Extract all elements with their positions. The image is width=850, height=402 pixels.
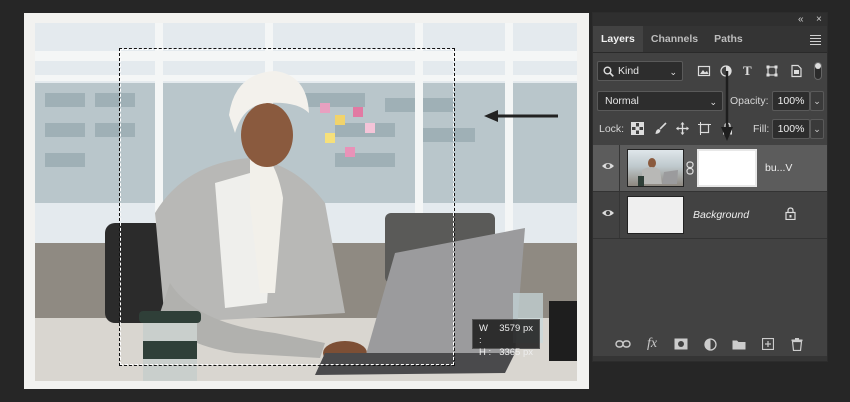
smart-object-filter-icon[interactable] [789,64,803,78]
document-canvas[interactable]: W : 3579 px H : 3365 px [24,13,589,389]
layers-bottom-toolbar: fx [593,331,827,357]
new-group-icon[interactable] [731,336,747,352]
layer-name[interactable]: bu...V [765,161,792,175]
lock-fill-row: Lock: Fill: 100% ⌄ [597,119,824,139]
eye-icon[interactable] [601,161,615,171]
chevron-down-icon: ⌄ [669,67,677,77]
lock-label: Lock: [599,123,625,135]
link-layers-icon[interactable] [615,336,631,352]
dimension-readout: W : 3579 px H : 3365 px [472,319,540,358]
image-filter-icon[interactable] [697,64,711,78]
search-icon [603,66,614,77]
layers-panel: « × Layers Channels Paths Kind ⌄ T Norma… [592,12,828,362]
eye-icon[interactable] [601,208,615,218]
lock-artboard-icon[interactable] [698,122,711,135]
collapse-panel-icon[interactable]: « [798,13,804,26]
panel-tabs: Layers Channels Paths [593,26,827,53]
marquee-selection[interactable] [119,48,455,366]
layer-row-business[interactable]: bu...V [593,145,827,192]
shape-filter-icon[interactable] [765,64,779,78]
kind-filter-label: Kind [618,65,640,77]
trash-icon[interactable] [789,336,805,352]
adjustment-layer-icon[interactable] [702,336,718,352]
lock-transparent-pixels-icon[interactable] [631,122,644,135]
tab-layers[interactable]: Layers [593,26,643,52]
layers-list: bu...V Background [593,145,827,239]
height-value: 3365 px [499,347,533,358]
fill-label: Fill: [753,123,770,135]
tab-channels[interactable]: Channels [643,26,706,52]
new-layer-icon[interactable] [760,336,776,352]
width-value: 3579 px [499,323,533,334]
filter-toggle[interactable] [814,62,822,80]
layer-thumbnail [627,149,684,187]
opacity-input[interactable]: 100% [772,91,810,111]
blend-opacity-row: Normal ⌄ Opacity: 100% ⌄ [597,91,824,111]
layer-filter-row: Kind ⌄ T [597,61,823,83]
fx-icon[interactable]: fx [644,336,660,352]
lock-image-pixels-icon[interactable] [654,122,667,135]
add-mask-icon[interactable] [673,336,689,352]
fill-input[interactable]: 100% [772,119,810,139]
panel-menu-icon[interactable] [810,33,821,47]
lock-icon [785,207,796,220]
opacity-dropdown-button[interactable]: ⌄ [810,91,824,111]
layer-thumbnail [627,196,684,234]
panel-resize-grip[interactable] [593,356,827,361]
kind-filter-select[interactable]: Kind ⌄ [597,61,683,81]
chevron-down-icon: ⌄ [709,97,717,107]
layer-name[interactable]: Background [693,208,749,222]
blend-mode-select[interactable]: Normal ⌄ [597,91,723,111]
arrow-down-icon [721,71,733,141]
type-filter-icon[interactable]: T [743,63,757,78]
panel-title-bar: « × [593,13,827,26]
tab-paths[interactable]: Paths [706,26,751,52]
layer-row-background[interactable]: Background [593,192,827,239]
blend-mode-value: Normal [605,95,639,107]
layer-mask-thumbnail[interactable] [697,149,757,187]
width-label: W : [479,323,488,346]
opacity-label: Opacity: [730,95,769,107]
mask-link-icon[interactable] [686,161,694,175]
close-panel-icon[interactable]: × [816,13,822,26]
lock-position-icon[interactable] [676,122,689,135]
fill-dropdown-button[interactable]: ⌄ [810,119,824,139]
arrow-left-icon [484,110,558,122]
height-label: H : [479,347,492,358]
